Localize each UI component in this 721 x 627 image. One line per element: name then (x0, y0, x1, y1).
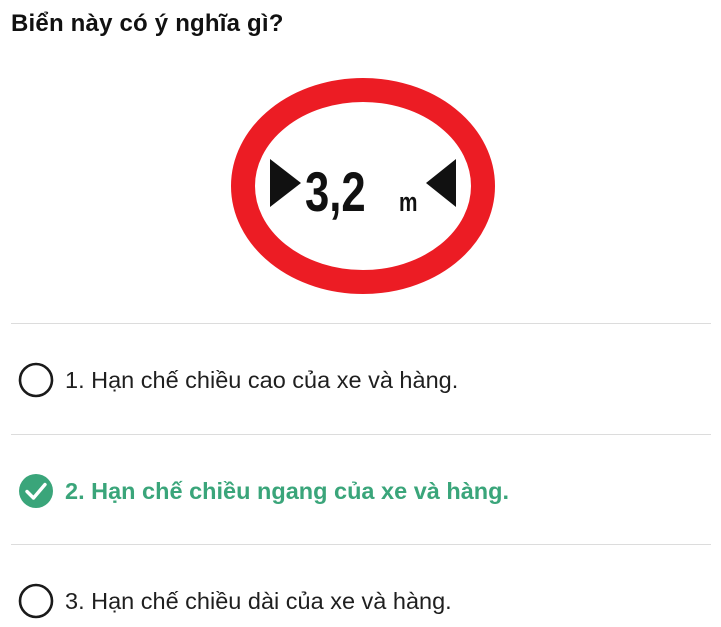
answer-option-3-label: 3. Hạn chế chiều dài của xe và hàng. (65, 587, 452, 614)
answer-option-2[interactable]: 2. Hạn chế chiều ngang của xe và hàng. (18, 471, 509, 511)
radio-unselected-icon[interactable] (18, 362, 54, 398)
divider (11, 434, 711, 435)
answer-option-1[interactable]: 1. Hạn chế chiều cao của xe và hàng. (18, 360, 458, 400)
radio-unselected-icon[interactable] (18, 583, 54, 619)
divider (11, 544, 711, 545)
width-limit-sign-icon: 3,2 m (230, 77, 496, 295)
sign-unit: m (399, 188, 417, 217)
question-title: Biển này có ý nghĩa gì? (11, 10, 284, 37)
divider (11, 323, 711, 324)
sign-value: 3,2 (305, 161, 366, 223)
answer-option-1-label: 1. Hạn chế chiều cao của xe và hàng. (65, 366, 459, 393)
check-circle-icon[interactable] (18, 473, 54, 509)
sign-graphic: 3,2 m (231, 78, 495, 294)
answer-option-2-label: 2. Hạn chế chiều ngang của xe và hàng. (65, 477, 510, 504)
answer-option-3[interactable]: 3. Hạn chế chiều dài của xe và hàng. (18, 581, 452, 621)
